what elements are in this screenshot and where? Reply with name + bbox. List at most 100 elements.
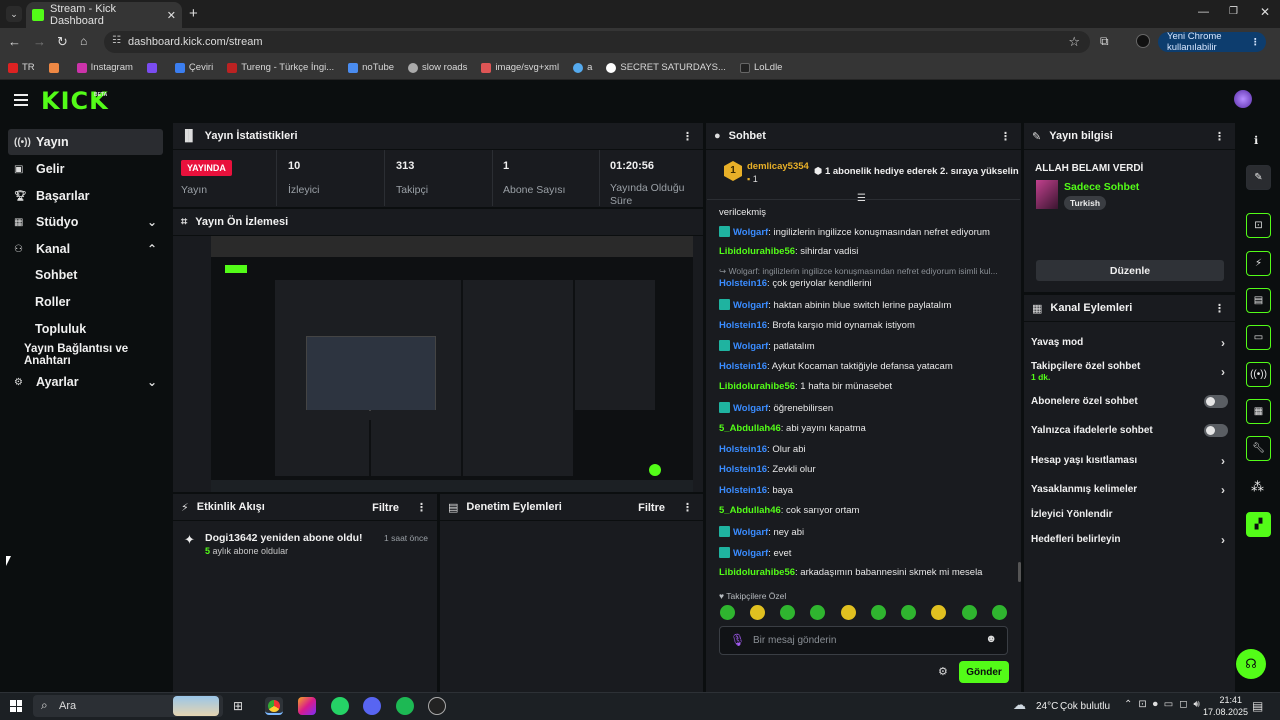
sidebar-item-ayarlar[interactable]: ⚙ Ayarlar ⌄ <box>8 369 163 395</box>
task-view-icon[interactable]: ⊞ <box>233 699 243 713</box>
filter-button[interactable]: Filtre <box>638 502 665 514</box>
browser-tab-active[interactable]: Stream - Kick Dashboard ✕ <box>26 2 182 28</box>
more-options-icon[interactable]: ⋮ <box>416 501 427 514</box>
emote-chat-toggle[interactable] <box>1204 424 1228 437</box>
chat-username[interactable]: Libidolurahibe56 <box>719 381 795 392</box>
chat-username[interactable]: Holstein16 <box>719 278 767 289</box>
chat-username[interactable]: Holstein16 <box>719 361 767 372</box>
chat-username[interactable]: Holstein16 <box>719 444 767 455</box>
chrome-update-button[interactable]: Yeni Chrome kullanılabilir ⋮ <box>1158 31 1266 53</box>
bookmark-item[interactable]: Tureng - Türkçe İngi... <box>227 62 334 73</box>
banned-words-item[interactable]: Yasaklanmış kelimeler › <box>1031 483 1225 497</box>
notification-icon[interactable]: ▤ <box>1252 699 1263 713</box>
chat-username[interactable]: Wolgarf <box>733 527 768 538</box>
emote-icon[interactable] <box>780 605 795 620</box>
close-window-button[interactable]: ✕ <box>1260 5 1270 19</box>
followers-chat-item[interactable]: Takipçilere özel sohbet › 1 dk. <box>1031 361 1225 382</box>
spotify-taskbar-icon[interactable] <box>396 697 414 715</box>
microphone-icon[interactable]: 🎙︎ <box>730 633 745 647</box>
sidebar-item-topluluk[interactable]: Topluluk <box>8 316 163 342</box>
site-info-icon[interactable]: ☷ <box>112 35 121 46</box>
send-button[interactable]: Gönder <box>959 661 1009 683</box>
url-input[interactable]: ☷ dashboard.kick.com/stream ☆ <box>104 31 1090 53</box>
bookmark-item[interactable]: TR <box>8 62 35 73</box>
bookmark-item[interactable]: a <box>573 62 592 73</box>
widget-button-6[interactable]: ▦ <box>1246 399 1271 424</box>
account-age-item[interactable]: Hesap yaşı kısıtlaması › <box>1031 454 1225 468</box>
widget-button-7[interactable]: 🔧︎ <box>1246 436 1271 461</box>
filter-button[interactable]: Filtre <box>372 502 399 514</box>
minimize-button[interactable]: — <box>1198 6 1209 18</box>
sidebar-item-studyo[interactable]: ▦ Stüdyo ⌄ <box>8 209 163 235</box>
sidebar-item-baglanti[interactable]: Yayın Bağlantısı ve Anahtarı <box>8 342 168 368</box>
bookmark-item[interactable]: Çeviri <box>174 62 213 73</box>
extensions-icon[interactable]: ⧉ <box>1100 34 1109 49</box>
more-options-icon[interactable]: ⋮ <box>1000 130 1011 143</box>
instagram-taskbar-icon[interactable] <box>298 697 316 715</box>
chat-username[interactable]: Libidolurahibe56 <box>719 567 795 578</box>
sidebar-item-sohbet[interactable]: Sohbet <box>8 262 163 288</box>
more-options-icon[interactable]: ⋮ <box>1214 302 1225 315</box>
sidebar-item-kanal[interactable]: ⚇ Kanal ⌃ <box>8 236 163 262</box>
weather-temp[interactable]: 24°C <box>1036 701 1058 712</box>
bookmark-item[interactable]: noTube <box>348 62 394 73</box>
widget-button-1[interactable]: ⊡ <box>1246 213 1271 238</box>
tab-search-button[interactable]: ⌄ <box>6 6 22 22</box>
more-options-icon[interactable]: ⋮ <box>682 130 693 143</box>
edit-layout-button[interactable]: ✎ <box>1246 165 1271 190</box>
subs-chat-item[interactable]: Abonelere özel sohbet <box>1031 396 1138 407</box>
redirect-viewers-item[interactable]: İzleyici Yönlendir <box>1031 509 1113 520</box>
restore-button[interactable]: ❐ <box>1229 6 1238 17</box>
tray-icons[interactable]: ⌃⊡⏺▭◻🔊︎ <box>1124 699 1206 710</box>
more-options-icon[interactable]: ⋮ <box>1214 130 1225 143</box>
profile-avatar[interactable] <box>1136 34 1150 48</box>
bookmark-star-icon[interactable]: ☆ <box>1068 34 1080 50</box>
pinned-username[interactable]: demlicay5354 <box>747 161 809 172</box>
emote-chat-item[interactable]: Yalnızca ifadelerle sohbet <box>1031 425 1153 436</box>
emote-icon[interactable] <box>901 605 916 620</box>
chat-username[interactable]: Libidolurahibe56 <box>719 246 795 257</box>
reload-button[interactable]: ↻ <box>57 34 68 50</box>
bookmark-item[interactable]: LoLdle <box>739 62 782 73</box>
taskbar-search[interactable]: ⌕ Ara <box>33 695 223 717</box>
chat-username[interactable]: Wolgarf <box>733 341 768 352</box>
hamburger-menu-icon[interactable] <box>14 94 28 106</box>
chat-username[interactable]: 5_Abdullah46 <box>719 505 781 516</box>
emote-icon[interactable] <box>931 605 946 620</box>
bookmark-item[interactable] <box>48 62 63 73</box>
widget-button-2[interactable]: ⚡︎ <box>1246 251 1271 276</box>
shapes-icon[interactable]: ⁂ <box>1251 479 1264 495</box>
clock-date[interactable]: 17.08.2025 <box>1203 707 1248 717</box>
chat-username[interactable]: Wolgarf <box>733 227 768 238</box>
emote-icon[interactable] <box>750 605 765 620</box>
bookmark-item[interactable]: slow roads <box>408 62 467 73</box>
support-headset-button[interactable]: ☊ <box>1236 649 1266 679</box>
chat-input[interactable]: 🎙︎ Bir mesaj gönderin ☻ <box>719 626 1008 655</box>
chat-username[interactable]: Holstein16 <box>719 485 767 496</box>
widget-button-4[interactable]: ▭ <box>1246 325 1271 350</box>
chat-username[interactable]: Holstein16 <box>719 464 767 475</box>
stream-preview-video[interactable] <box>211 236 693 492</box>
emote-icon[interactable] <box>962 605 977 620</box>
emote-icon[interactable] <box>992 605 1007 620</box>
chrome-taskbar-icon[interactable] <box>265 697 283 715</box>
sidebar-item-gelir[interactable]: ▣ Gelir <box>8 156 163 182</box>
more-options-icon[interactable]: ⋮ <box>682 501 693 514</box>
chat-username[interactable]: Wolgarf <box>733 403 768 414</box>
home-button[interactable]: ⌂ <box>80 34 87 48</box>
tab-close-icon[interactable]: ✕ <box>167 9 176 22</box>
emoji-icon[interactable]: ☻ <box>985 633 997 645</box>
back-button[interactable]: ← <box>8 34 21 49</box>
app-taskbar-icon[interactable] <box>428 697 446 715</box>
discord-taskbar-icon[interactable] <box>363 697 381 715</box>
emote-icon[interactable] <box>841 605 856 620</box>
widget-button-5[interactable]: ((•)) <box>1246 362 1271 387</box>
windows-start-icon[interactable] <box>10 700 22 712</box>
slow-mode-item[interactable]: Yavaş mod › <box>1031 336 1225 350</box>
info-icon[interactable]: ℹ <box>1254 134 1258 147</box>
user-avatar[interactable] <box>1234 90 1252 108</box>
sidebar-item-yayin[interactable]: ((•)) Yayın <box>8 129 163 155</box>
bookmark-item[interactable]: image/svg+xml <box>481 62 559 73</box>
whatsapp-taskbar-icon[interactable] <box>331 697 349 715</box>
bookmark-item[interactable]: Instagram <box>76 62 133 73</box>
